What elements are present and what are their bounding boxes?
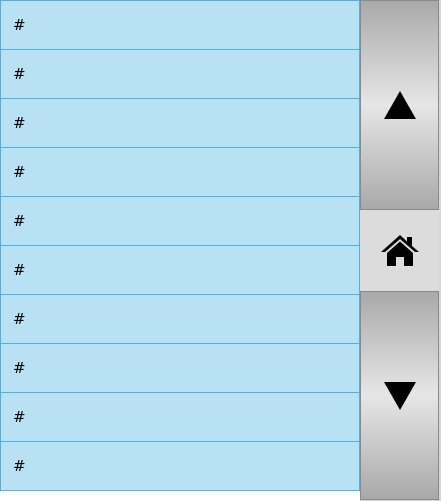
item-list: # # # # # # # # # # (0, 0, 360, 500)
triangle-down-icon (383, 381, 416, 410)
list-item[interactable]: # (0, 343, 360, 393)
side-control-panel (360, 0, 441, 501)
triangle-up-icon (383, 91, 416, 119)
list-item-label: # (13, 65, 26, 83)
list-item[interactable]: # (0, 196, 360, 246)
scroll-up-button[interactable] (360, 0, 439, 210)
list-item[interactable]: # (0, 98, 360, 148)
list-item[interactable]: # (0, 49, 360, 99)
list-item[interactable]: # (0, 441, 360, 491)
list-item-label: # (13, 261, 26, 279)
list-item[interactable]: # (0, 0, 360, 50)
list-item-label: # (13, 408, 26, 426)
list-item[interactable]: # (0, 294, 360, 344)
list-item-label: # (13, 310, 26, 328)
list-item-label: # (13, 359, 26, 377)
list-item[interactable]: # (0, 147, 360, 197)
home-icon (380, 234, 419, 266)
list-item-label: # (13, 212, 26, 230)
home-button[interactable] (360, 210, 439, 291)
scroll-down-button[interactable] (360, 291, 439, 500)
list-item-label: # (13, 114, 26, 132)
list-item[interactable]: # (0, 392, 360, 442)
list-item-label: # (13, 16, 26, 34)
list-item-label: # (13, 457, 26, 475)
list-item-label: # (13, 163, 26, 181)
app-root: # # # # # # # # # # (0, 0, 441, 501)
list-item[interactable]: # (0, 245, 360, 295)
